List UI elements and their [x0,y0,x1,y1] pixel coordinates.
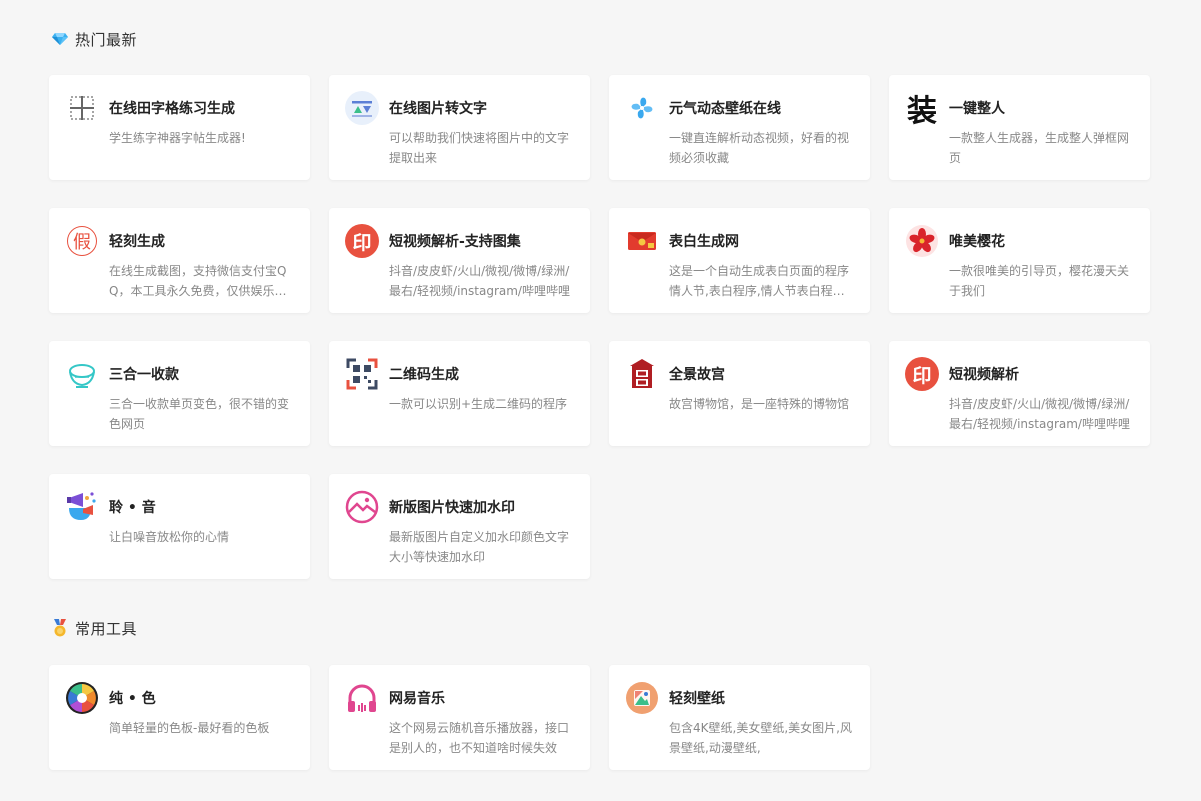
card-title: 在线图片转文字 [389,101,487,117]
jia-seal-icon: 假 [65,224,99,258]
card-title: 纯 • 色 [109,691,156,707]
card-desc: 可以帮助我们快速将图片中的文字提取出来 [389,131,570,165]
card-title: 网易音乐 [389,691,445,707]
palace-icon [625,357,659,391]
card-desc: 抖音/皮皮虾/火山/微视/微博/绿洲/最右/轻视频/instagram/哔哩哔哩 [949,397,1130,431]
tool-card[interactable]: 元气动态壁纸在线 一键直连解析动态视频，好看的视频必须收藏 [609,75,870,180]
red-envelope-icon [625,224,659,258]
tool-card[interactable]: 印 短视频解析 抖音/皮皮虾/火山/微视/微博/绿洲/最右/轻视频/instag… [889,341,1150,446]
card-desc: 一款可以识别+生成二维码的程序 [389,397,568,411]
page: 热门最新 在线田字格练习生成 学生练字神器字帖生成器! 在线图片转文字 可以帮助… [0,0,1201,801]
section-header-hot: 热门最新 [51,28,137,50]
card-title: 全景故宫 [669,367,725,383]
pinwheel-icon [625,91,659,125]
card-desc: 包含4K壁纸,美女壁纸,美女图片,风景壁纸,动漫壁纸, [669,721,852,755]
qrcode-icon [345,357,379,391]
tool-card[interactable]: 全景故宫 故宫博物馆，是一座特殊的博物馆 [609,341,870,446]
tool-card[interactable]: 聆 • 音 让白噪音放松你的心情 [49,474,310,579]
section-title: 热门最新 [75,30,138,49]
grid-character-icon [65,91,99,125]
card-title: 二维码生成 [389,367,459,383]
card-title: 表白生成网 [669,234,739,250]
tool-card[interactable]: 装 一键整人 一款整人生成器，生成整人弹框网页 [889,75,1150,180]
card-desc: 在线生成截图，支持微信支付宝QQ，本工具永久免费，仅供娱乐使用 [109,264,287,298]
card-title: 在线田字格练习生成 [109,101,235,117]
tool-card[interactable]: 三合一收款 三合一收款单页变色，很不错的变色网页 [49,341,310,446]
card-title: 元气动态壁纸在线 [669,101,781,117]
card-desc: 这是一个自动生成表白页面的程序情人节,表白程序,情人节表白程序网页 [669,264,850,298]
card-title: 三合一收款 [109,367,179,383]
card-title: 短视频解析-支持图集 [389,234,521,250]
card-title: 短视频解析 [949,367,1019,383]
zhuang-character-icon: 装 [907,94,937,129]
tool-card[interactable]: 唯美樱花 一款很唯美的引导页，樱花漫天关于我们 [889,208,1150,313]
card-desc: 让白噪音放松你的心情 [109,530,230,544]
yin-red-icon: 印 [345,224,379,258]
tool-card[interactable]: 网易音乐 这个网易云随机音乐播放器，接口是别人的，也不知道啥时候失效 [329,665,590,770]
yin-glyph: 印 [905,357,939,391]
hot-tools-grid: 在线田字格练习生成 学生练字神器字帖生成器! 在线图片转文字 可以帮助我们快速将… [49,75,1150,579]
tool-card[interactable]: 在线田字格练习生成 学生练字神器字帖生成器! [49,75,310,180]
medal-icon [51,619,69,637]
megaphone-icon [65,490,99,524]
sakura-icon [905,224,939,258]
jia-glyph: 假 [67,226,97,256]
card-desc: 这个网易云随机音乐播放器，接口是别人的，也不知道啥时候失效 [389,721,570,755]
tool-card[interactable]: 新版图片快速加水印 最新版图片自定义加水印颜色文字大小等快速加水印 [329,474,590,579]
card-desc: 故宫博物馆，是一座特殊的博物馆 [669,397,850,411]
tool-card[interactable]: 二维码生成 一款可以识别+生成二维码的程序 [329,341,590,446]
card-title: 轻刻壁纸 [669,691,725,707]
card-desc: 最新版图片自定义加水印颜色文字大小等快速加水印 [389,530,570,564]
wallpaper-icon [625,681,659,715]
section-title: 常用工具 [75,619,138,638]
card-desc: 抖音/皮皮虾/火山/微视/微博/绿洲/最右/轻视频/instagram/哔哩哔哩 [389,264,570,298]
tool-card[interactable]: 表白生成网 这是一个自动生成表白页面的程序情人节,表白程序,情人节表白程序网页 [609,208,870,313]
card-desc: 一款整人生成器，生成整人弹框网页 [949,131,1130,165]
watermark-image-icon [345,490,379,524]
diamond-icon [51,30,69,48]
card-title: 轻刻生成 [109,234,165,250]
tool-card[interactable]: 印 短视频解析-支持图集 抖音/皮皮虾/火山/微视/微博/绿洲/最右/轻视频/i… [329,208,590,313]
tool-card[interactable]: 假 轻刻生成 在线生成截图，支持微信支付宝QQ，本工具永久免费，仅供娱乐使用 [49,208,310,313]
card-desc: 简单轻量的色板-最好看的色板 [109,721,270,735]
card-title: 新版图片快速加水印 [389,500,515,516]
rice-bowl-icon [65,357,99,391]
yin-red-icon: 印 [905,357,939,391]
tool-card[interactable]: 在线图片转文字 可以帮助我们快速将图片中的文字提取出来 [329,75,590,180]
card-title: 聆 • 音 [109,500,156,516]
card-desc: 一款很唯美的引导页，樱花漫天关于我们 [949,264,1130,298]
card-title: 一键整人 [949,101,1005,117]
card-desc: 一键直连解析动态视频，好看的视频必须收藏 [669,131,850,165]
color-wheel-icon [65,681,99,715]
section-header-tools: 常用工具 [51,617,137,639]
headphones-icon [345,681,379,715]
tool-card[interactable]: 轻刻壁纸 包含4K壁纸,美女壁纸,美女图片,风景壁纸,动漫壁纸, [609,665,870,770]
card-title: 唯美樱花 [949,234,1005,250]
image-to-text-icon [345,91,379,125]
yin-glyph: 印 [345,224,379,258]
common-tools-grid: 纯 • 色 简单轻量的色板-最好看的色板 网易音乐 这个网易云随机音乐播放器，接… [49,665,1150,770]
tool-card[interactable]: 纯 • 色 简单轻量的色板-最好看的色板 [49,665,310,770]
card-desc: 学生练字神器字帖生成器! [109,131,246,145]
card-desc: 三合一收款单页变色，很不错的变色网页 [109,397,290,431]
